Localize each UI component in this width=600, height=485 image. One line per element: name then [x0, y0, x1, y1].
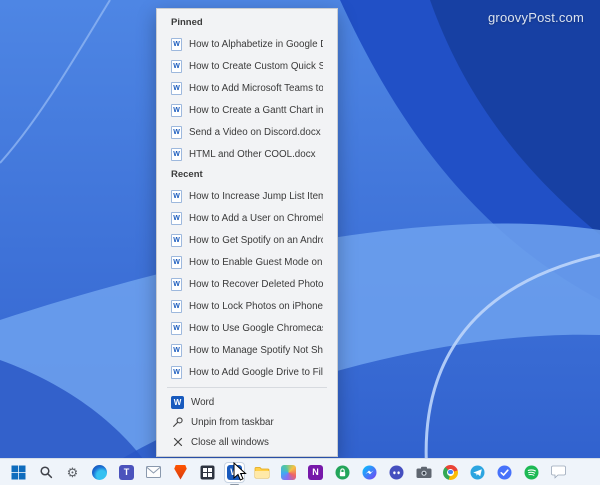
word-doc-icon: W — [171, 38, 182, 51]
taskbar-icon-chat[interactable] — [548, 462, 569, 483]
taskbar-icon-teams[interactable]: T — [116, 462, 137, 483]
taskbar-icon-onenote[interactable]: N — [305, 462, 326, 483]
jumplist-item[interactable]: W How to Increase Jump List Items on... — [157, 185, 337, 207]
taskbar-icon-settings[interactable]: ⚙ — [62, 462, 83, 483]
jumplist-unpin-label: Unpin from taskbar — [191, 417, 274, 428]
jumplist-item[interactable]: W How to Lock Photos on iPhone.docx — [157, 295, 337, 317]
jumplist-item-label: How to Lock Photos on iPhone.docx — [189, 301, 323, 312]
jumplist-item[interactable]: W How to Manage Spotify Not Showi... — [157, 339, 337, 361]
jumplist-item[interactable]: W How to Get Spotify on an Android L... — [157, 229, 337, 251]
jumplist-close-all-action[interactable]: Close all windows — [157, 432, 337, 452]
jumplist-item[interactable]: W How to Add a User on Chromeboo... — [157, 207, 337, 229]
taskbar-icon-messenger[interactable] — [359, 462, 380, 483]
taskbar-icon-chrome[interactable] — [440, 462, 461, 483]
taskbar-icon-ticktick[interactable] — [494, 462, 515, 483]
word-doc-icon: W — [171, 82, 182, 95]
word-doc-icon: W — [171, 234, 182, 247]
jumplist-panel: Pinned W How to Alphabetize in Google Docs… — [156, 8, 338, 457]
jumplist-item-label: Send a Video on Discord.docx — [189, 127, 321, 138]
taskbar-icon-start[interactable] — [8, 462, 29, 483]
jumplist-app-word[interactable]: W Word — [157, 392, 337, 412]
taskbar-icon-telegram[interactable] — [467, 462, 488, 483]
unpin-icon — [171, 416, 184, 429]
taskbar: ⚙TWN — [0, 458, 600, 485]
jumplist-item-label: How to Use Google Chromecast Wi... — [189, 323, 323, 334]
taskbar-icon-spotify[interactable] — [521, 462, 542, 483]
jumplist-item-label: How to Enable Guest Mode on Ch... — [189, 257, 323, 268]
jumplist-close-all-label: Close all windows — [191, 437, 269, 448]
word-doc-icon: W — [171, 256, 182, 269]
jumplist-section-header: Recent — [157, 165, 337, 185]
jumplist-section-header: Pinned — [157, 13, 337, 33]
jumplist-item-label: How to Add a User on Chromeboo... — [189, 213, 323, 224]
taskbar-icon-file-explorer[interactable] — [251, 462, 272, 483]
jumplist-item-label: How to Create a Gantt Chart in Goo... — [189, 105, 323, 116]
jumplist-item-label: How to Add Microsoft Teams to Ou... — [189, 83, 323, 94]
taskbar-icon-search[interactable] — [35, 462, 56, 483]
taskbar-icon-edge[interactable] — [89, 462, 110, 483]
jumplist-item[interactable]: W How to Add Google Drive to File Ex... — [157, 361, 337, 383]
taskbar-icon-discord[interactable] — [386, 462, 407, 483]
word-doc-icon: W — [171, 126, 182, 139]
taskbar-icon-lock-green[interactable] — [332, 462, 353, 483]
jumplist-item[interactable]: W How to Create Custom Quick Steps... — [157, 55, 337, 77]
word-doc-icon: W — [171, 60, 182, 73]
taskbar-icons: ⚙TWN — [0, 462, 577, 483]
jumplist-item[interactable]: W How to Use Google Chromecast Wi... — [157, 317, 337, 339]
taskbar-icon-app-grid[interactable] — [197, 462, 218, 483]
word-doc-icon: W — [171, 148, 182, 161]
jumplist-item-label: How to Create Custom Quick Steps... — [189, 61, 323, 72]
taskbar-icon-brave[interactable] — [170, 462, 191, 483]
jumplist-sections: Pinned W How to Alphabetize in Google Docs… — [157, 13, 337, 383]
jumplist-item-label: How to Increase Jump List Items on... — [189, 191, 323, 202]
jumplist-item-label: HTML and Other COOL.docx — [189, 149, 316, 160]
jumplist-item[interactable]: W How to Recover Deleted Photos on... — [157, 273, 337, 295]
word-doc-icon: W — [171, 278, 182, 291]
word-doc-icon: W — [171, 300, 182, 313]
word-doc-icon: W — [171, 190, 182, 203]
jumplist-item[interactable]: W How to Enable Guest Mode on Ch... — [157, 251, 337, 273]
jumplist-unpin-action[interactable]: Unpin from taskbar — [157, 412, 337, 432]
jumplist-item[interactable]: W Send a Video on Discord.docx — [157, 121, 337, 143]
mouse-cursor — [233, 462, 247, 482]
jumplist-item[interactable]: W HTML and Other COOL.docx — [157, 143, 337, 165]
jumplist-item-label: How to Manage Spotify Not Showi... — [189, 345, 323, 356]
jumplist-app-word-label: Word — [191, 397, 214, 408]
word-doc-icon: W — [171, 104, 182, 117]
word-doc-icon: W — [171, 322, 182, 335]
taskbar-icon-mail[interactable] — [143, 462, 164, 483]
jumplist-item-label: How to Alphabetize in Google Docs... — [189, 39, 323, 50]
word-app-icon: W — [171, 396, 184, 409]
jumplist-item[interactable]: W How to Alphabetize in Google Docs... — [157, 33, 337, 55]
jumplist-item[interactable]: W How to Add Microsoft Teams to Ou... — [157, 77, 337, 99]
jumplist-item-label: How to Add Google Drive to File Ex... — [189, 367, 323, 378]
jumplist-footer: W Word Unpin from taskbar — [157, 392, 337, 452]
word-doc-icon: W — [171, 344, 182, 357]
jumplist-item[interactable]: W How to Create a Gantt Chart in Goo... — [157, 99, 337, 121]
desktop: groovyPost.com Pinned W How to Alphabetize… — [0, 0, 600, 485]
word-doc-icon: W — [171, 212, 182, 225]
jumplist-item-label: How to Get Spotify on an Android L... — [189, 235, 323, 246]
divider — [167, 387, 327, 388]
jumplist-item-label: How to Recover Deleted Photos on... — [189, 279, 323, 290]
watermark: groovyPost.com — [488, 10, 584, 25]
taskbar-icon-camera[interactable] — [413, 462, 434, 483]
taskbar-icon-photos[interactable] — [278, 462, 299, 483]
close-icon — [171, 436, 184, 449]
word-doc-icon: W — [171, 366, 182, 379]
